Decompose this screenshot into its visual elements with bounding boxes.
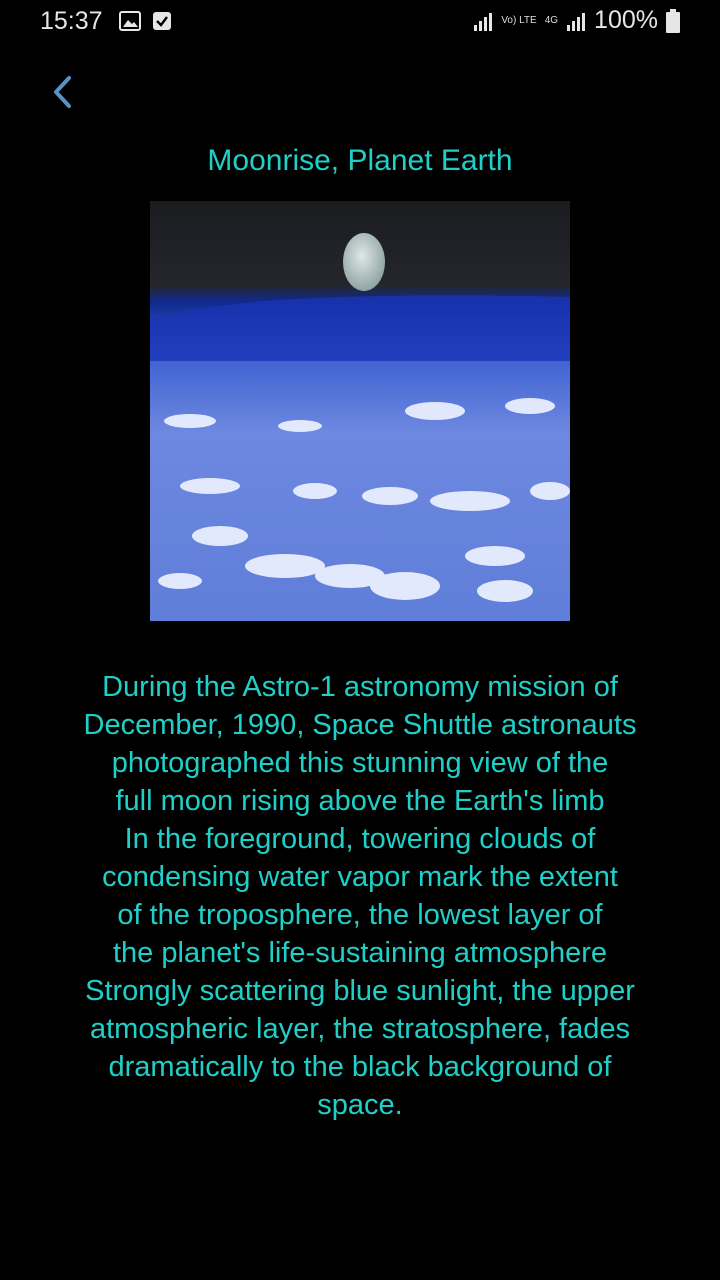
back-button[interactable] [40,70,84,114]
moonrise-image [150,201,570,621]
battery-percent: 100% [594,6,658,34]
description-text: During the Astro-1 astronomy mission of … [83,671,637,1121]
status-time: 15:37 [40,7,103,35]
status-bar: 15:37 Vo) LTE 4G 100% [0,0,720,42]
battery-icon [666,8,680,33]
back-arrow-icon [54,76,71,108]
gallery-icon [119,11,141,31]
moonrise-photo [150,201,570,621]
network-indicator: 4G [544,14,559,26]
volte-indicator: Vo) LTE [501,14,537,26]
page-title: Moonrise, Planet Earth [207,144,513,177]
status-right: Vo) LTE 4G 100% [473,6,680,35]
signal-icon [474,12,493,31]
check-icon [153,12,171,30]
signal-icon [567,12,586,31]
